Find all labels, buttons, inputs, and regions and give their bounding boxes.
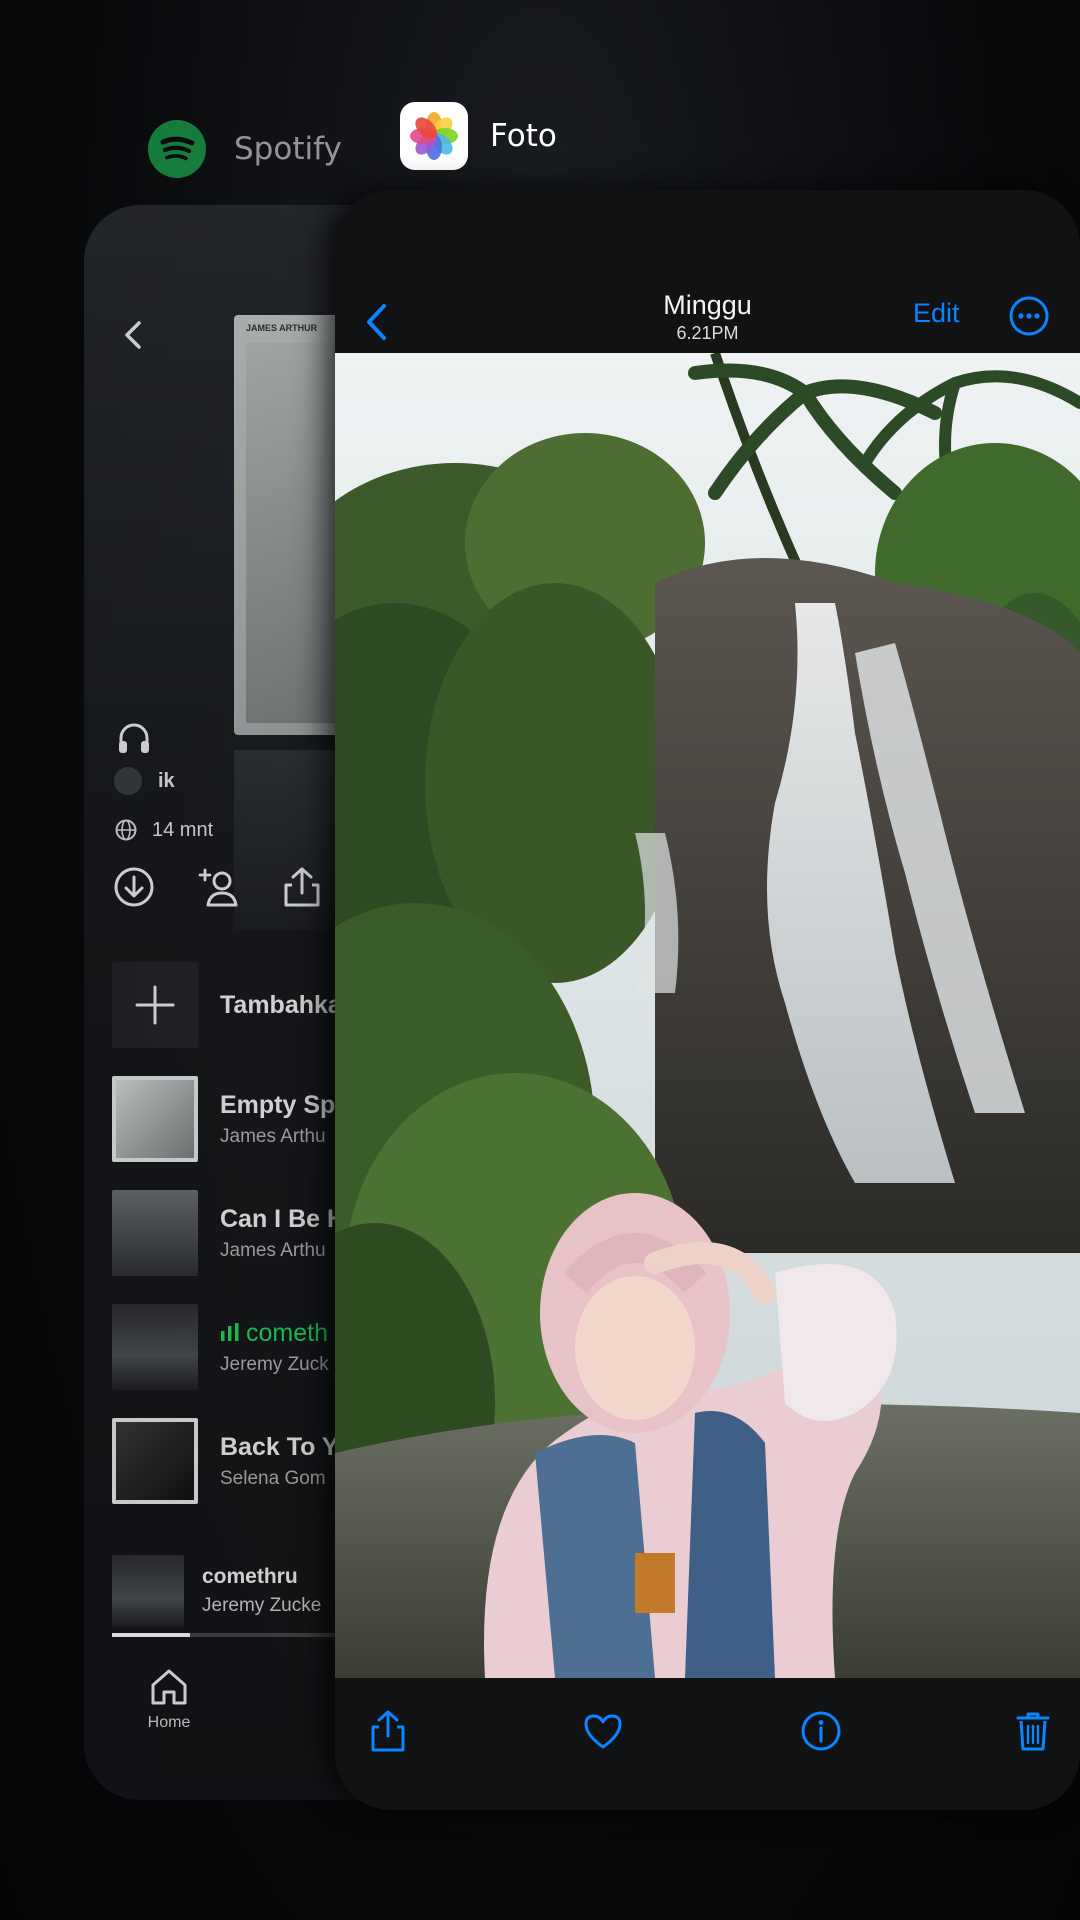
add-to-playlist-row[interactable]: Tambahka <box>112 961 342 1049</box>
favorite-heart-icon[interactable] <box>580 1708 626 1754</box>
photos-app-card[interactable]: Minggu 6.21PM Edit <box>335 190 1080 1810</box>
track-title: Empty Spa <box>220 1090 350 1119</box>
track-artist: Selena Gom <box>220 1467 326 1489</box>
add-collaborator-icon[interactable] <box>196 865 240 909</box>
owner-name: ik <box>158 769 175 792</box>
photo-viewer[interactable] <box>335 353 1080 1678</box>
download-icon[interactable] <box>112 865 156 909</box>
globe-icon <box>115 819 137 841</box>
now-playing-bar[interactable]: comethru Jeremy Zucke <box>112 1555 321 1627</box>
now-playing-artist: Jeremy Zucke <box>202 1595 322 1616</box>
share-icon[interactable] <box>280 865 324 909</box>
add-to-playlist-label: Tambahka <box>220 990 342 1019</box>
track-artwork <box>112 1304 198 1390</box>
now-playing-title: comethru <box>202 1565 298 1588</box>
track-artist: James Arthu <box>220 1239 326 1261</box>
playing-track-title: cometh <box>220 1319 329 1348</box>
track-title: cometh <box>246 1318 328 1347</box>
track-artwork <box>112 1190 198 1276</box>
owner-row[interactable]: ik <box>114 767 175 795</box>
plus-icon <box>112 962 198 1048</box>
spotify-app-label[interactable]: Spotify <box>148 120 342 178</box>
back-chevron-icon[interactable] <box>114 315 154 355</box>
home-icon <box>151 1669 187 1705</box>
info-icon[interactable] <box>798 1708 844 1754</box>
headphones-icon <box>114 718 154 758</box>
track-artist: James Arthu <box>220 1125 326 1147</box>
photo-time: 6.21PM <box>676 323 739 343</box>
foto-app-label[interactable]: Foto <box>400 102 557 170</box>
duration-row: 14 mnt <box>114 818 213 842</box>
photo-day: Minggu <box>663 290 752 320</box>
photo-toolbar <box>335 1678 1080 1810</box>
photo-date-header: Minggu 6.21PM <box>335 290 1080 344</box>
track-title: Back To Yo <box>220 1432 352 1461</box>
playlist-actions <box>112 865 324 909</box>
track-row[interactable]: Back To Yo Selena Gom <box>112 1417 352 1505</box>
track-artwork <box>112 1076 198 1162</box>
edit-button[interactable]: Edit <box>913 298 960 329</box>
playlist-duration: 14 mnt <box>152 818 214 841</box>
share-icon[interactable] <box>365 1708 411 1754</box>
track-row[interactable]: Can I Be H James Arthu <box>112 1189 345 1277</box>
more-options-icon[interactable] <box>1007 294 1051 338</box>
now-playing-artwork <box>112 1555 184 1627</box>
track-artwork <box>112 1418 198 1504</box>
track-artist: Jeremy Zuck <box>220 1353 329 1375</box>
track-row-playing[interactable]: cometh Jeremy Zuck <box>112 1303 329 1391</box>
cover-artist-text: JAMES ARTHUR <box>246 323 318 333</box>
spotify-logo-icon <box>148 120 206 178</box>
trash-icon[interactable] <box>1010 1708 1056 1754</box>
track-row[interactable]: Empty Spa James Arthu <box>112 1075 349 1163</box>
foto-app-name: Foto <box>490 118 557 154</box>
waterfall-photo <box>335 353 1080 1678</box>
spotify-app-name: Spotify <box>234 131 342 167</box>
equalizer-icon <box>221 1322 239 1341</box>
photos-app-icon <box>400 102 468 170</box>
nav-home[interactable]: Home <box>129 1665 209 1732</box>
track-title: Can I Be H <box>220 1204 346 1233</box>
nav-home-label: Home <box>147 1714 191 1731</box>
owner-avatar <box>114 767 142 795</box>
